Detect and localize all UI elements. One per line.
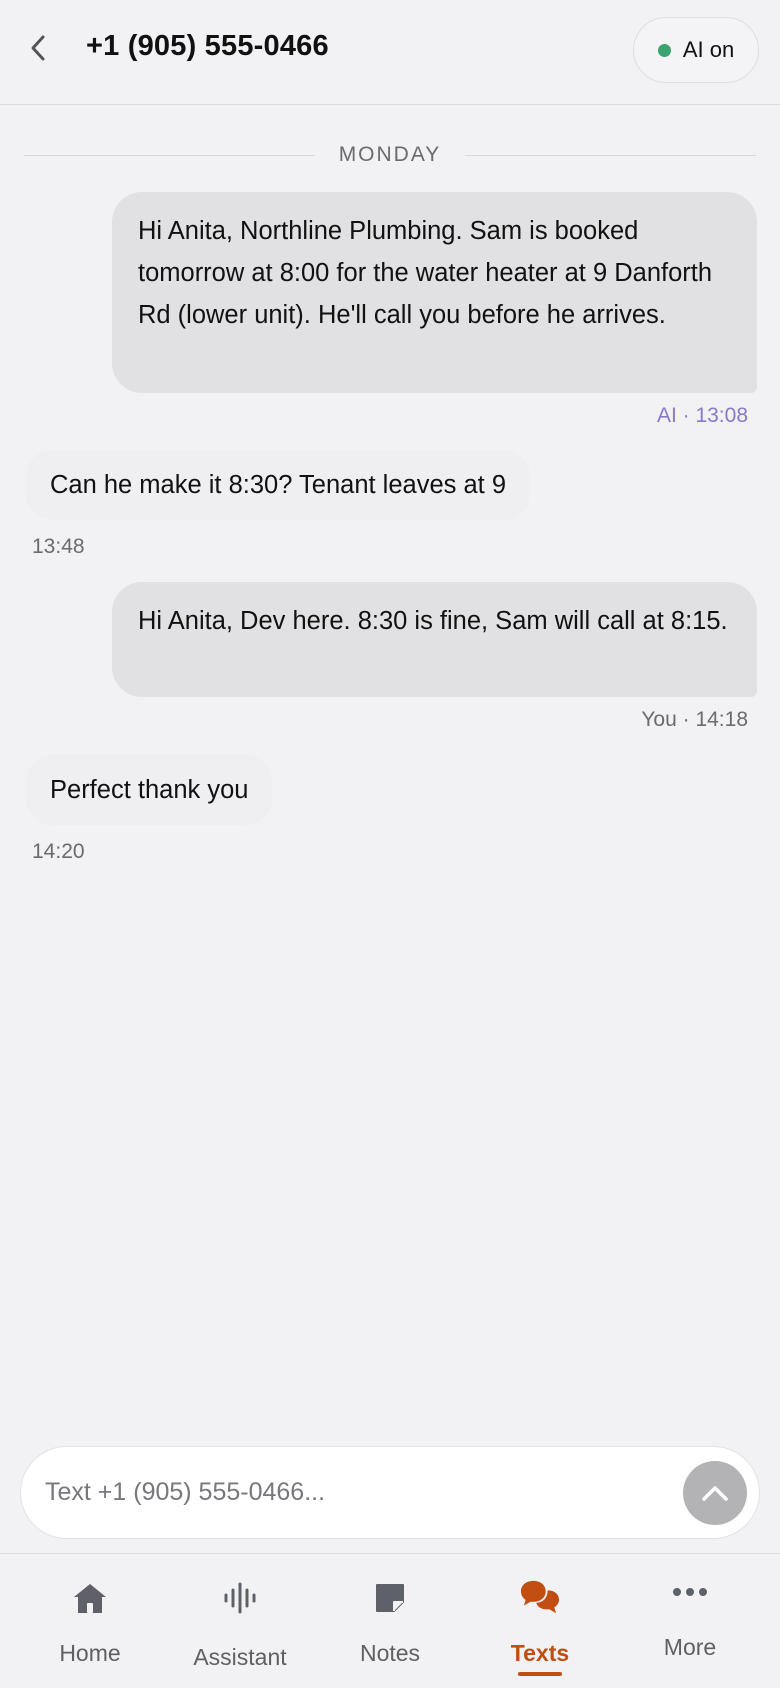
message-text: Hi Anita, Dev here. 8:30 is fine, Sam wi… (138, 607, 728, 635)
message-bubble-incoming[interactable]: Perfect thank you (26, 755, 273, 825)
ai-toggle-label: AI on (682, 37, 735, 62)
message-meta: 14:20 (32, 840, 85, 863)
message-meta: 13:48 (32, 535, 85, 558)
more-dots-icon (670, 1572, 710, 1612)
nav-item-more[interactable]: More (615, 1554, 765, 1688)
nav-label: Texts (510, 1640, 570, 1666)
nav-item-assistant[interactable]: Assistant (165, 1554, 315, 1688)
message-text: Perfect thank you (50, 776, 249, 804)
chevron-left-icon (31, 35, 45, 61)
bottom-nav: Home Assistant Notes Texts More (0, 1553, 780, 1688)
message-meta: AI · 13:08 (656, 404, 748, 427)
message-composer (20, 1446, 760, 1539)
ai-status-dot (657, 43, 671, 57)
contact-title: +1 (905) 555-0466 (86, 30, 329, 62)
ai-toggle-button[interactable]: AI on (633, 17, 759, 83)
divider (24, 154, 315, 156)
message-meta: You · 14:18 (641, 708, 748, 731)
day-separator: MONDAY (24, 140, 756, 170)
send-button[interactable] (683, 1461, 747, 1525)
day-label: MONDAY (338, 143, 442, 166)
message-text: Can he make it 8:30? Tenant leaves at 9 (50, 471, 506, 499)
note-icon (370, 1578, 410, 1618)
nav-item-texts[interactable]: Texts (465, 1554, 615, 1688)
nav-label: Notes (359, 1640, 421, 1666)
message-input[interactable] (45, 1447, 665, 1538)
nav-item-notes[interactable]: Notes (315, 1554, 465, 1688)
header: +1 (905) 555-0466 AI on (0, 0, 780, 105)
sms-thread-screen: +1 (905) 555-0466 AI on MONDAY Hi Anita,… (0, 0, 780, 1688)
nav-label: Assistant (193, 1644, 287, 1670)
nav-label: Home (59, 1640, 121, 1666)
home-icon (70, 1578, 110, 1618)
message-text: Hi Anita, Northline Plumbing. Sam is boo… (138, 217, 713, 329)
message-bubble-outgoing[interactable]: Hi Anita, Northline Plumbing. Sam is boo… (112, 192, 757, 393)
message-bubble-incoming[interactable]: Can he make it 8:30? Tenant leaves at 9 (26, 450, 530, 520)
active-tab-indicator (518, 1672, 562, 1676)
nav-label: More (663, 1634, 717, 1660)
back-button[interactable] (20, 30, 56, 66)
message-bubble-outgoing[interactable]: Hi Anita, Dev here. 8:30 is fine, Sam wi… (112, 582, 757, 697)
chevron-up-icon (702, 1486, 728, 1501)
waveform-icon (220, 1578, 260, 1618)
divider (465, 154, 756, 156)
chat-bubbles-icon (520, 1578, 560, 1618)
nav-item-home[interactable]: Home (15, 1554, 165, 1688)
